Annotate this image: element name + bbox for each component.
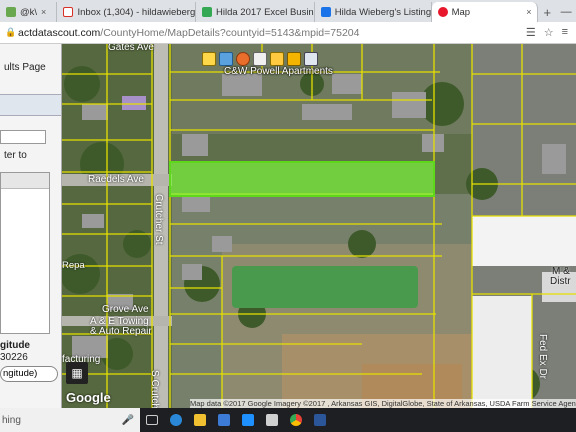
label-grove-ave: Grove Ave bbox=[102, 304, 149, 315]
edge-icon[interactable] bbox=[164, 408, 188, 432]
sidebar: ults Page ter to gitude 30226 ngitude) bbox=[0, 44, 62, 408]
star-icon[interactable]: ☆ bbox=[544, 26, 554, 39]
grid-icon: ▦ bbox=[71, 366, 83, 380]
label-s-crutcher: S Crutcher bbox=[149, 370, 160, 408]
print-icon[interactable] bbox=[304, 52, 318, 66]
tab-1-favicon bbox=[6, 7, 16, 17]
word-icon[interactable] bbox=[308, 408, 332, 432]
longitude-input[interactable]: ngitude) bbox=[0, 366, 58, 382]
selected-parcel bbox=[169, 161, 435, 197]
drive-icon bbox=[202, 7, 213, 17]
map-canvas[interactable] bbox=[62, 44, 576, 408]
taskbar: hing 🎤 bbox=[0, 408, 576, 432]
filter-label: ter to bbox=[4, 150, 27, 161]
label-gates-ave: Gates Ave bbox=[108, 44, 154, 53]
tab-map[interactable]: Map × bbox=[431, 2, 539, 22]
close-icon[interactable]: × bbox=[41, 7, 46, 17]
map-view[interactable]: Gates Ave C&W Powell Apartments Raedels … bbox=[62, 44, 576, 408]
mail-icon[interactable] bbox=[260, 408, 284, 432]
label-repair-left: Repa bbox=[62, 260, 85, 271]
windows-icon[interactable] bbox=[236, 408, 260, 432]
measure-icon[interactable] bbox=[270, 52, 284, 66]
address-bar: 🔒 actdatascout.com/CountyHome/MapDetails… bbox=[0, 22, 576, 44]
tab-excel-label: Hilda 2017 Excel BusinessPl bbox=[216, 6, 314, 18]
label-distr: Distr bbox=[550, 276, 571, 287]
chrome-icon[interactable] bbox=[284, 408, 308, 432]
map-favicon bbox=[437, 7, 448, 17]
tab-zillow[interactable]: Hilda Wieberg's Listings | Zi × bbox=[315, 2, 432, 22]
label-apartments: C&W Powell Apartments bbox=[224, 66, 333, 77]
label-fedex-dr: Fed Ex Dr bbox=[537, 334, 548, 380]
google-logo: Google bbox=[66, 390, 111, 405]
home-icon[interactable] bbox=[202, 52, 216, 66]
tab-inbox-label: Inbox (1,304) - hildawieberg bbox=[77, 6, 196, 18]
lock-icon: 🔒 bbox=[5, 27, 17, 37]
minimize-button[interactable]: — bbox=[556, 2, 576, 22]
browser-tab-bar: @k\ × Inbox (1,304) - hildawieberg × Hil… bbox=[0, 0, 576, 22]
taskbar-search[interactable]: hing 🎤 bbox=[0, 408, 140, 432]
longitude-label: gitude bbox=[0, 340, 30, 351]
sidebar-list[interactable] bbox=[0, 172, 50, 334]
map-toolbar bbox=[202, 52, 318, 66]
microphone-icon[interactable]: 🎤 bbox=[122, 415, 134, 426]
task-view-icon[interactable] bbox=[140, 408, 164, 432]
store-icon[interactable] bbox=[212, 408, 236, 432]
new-tab-button[interactable]: + bbox=[538, 2, 556, 22]
url-path: /CountyHome/MapDetails?countyid=5143&mpi… bbox=[100, 26, 360, 39]
label-auto-shop-2: & Auto Repair bbox=[90, 326, 152, 337]
map-attribution: Map data ©2017 Google Imagery ©2017 , Ar… bbox=[190, 399, 576, 408]
tab-zillow-label: Hilda Wieberg's Listings | Zi bbox=[334, 6, 432, 18]
folder-icon[interactable] bbox=[287, 52, 301, 66]
tab-1-label: @k\ bbox=[20, 6, 38, 18]
url-field[interactable]: actdatascout.com/CountyHome/MapDetails?c… bbox=[18, 27, 526, 39]
label-crutcher-st: Crutcher St bbox=[153, 194, 164, 245]
identify-icon[interactable] bbox=[236, 52, 250, 66]
file-explorer-icon[interactable] bbox=[188, 408, 212, 432]
zillow-icon bbox=[320, 7, 331, 17]
sidebar-input[interactable] bbox=[0, 130, 46, 144]
hub-icon[interactable]: ≡ bbox=[562, 26, 568, 39]
results-page-link[interactable]: ults Page bbox=[4, 62, 46, 73]
grid-toggle-button[interactable]: ▦ bbox=[66, 362, 88, 384]
layers-icon[interactable] bbox=[219, 52, 233, 66]
longitude-value: 30226 bbox=[0, 352, 28, 363]
tab-1[interactable]: @k\ × bbox=[0, 2, 58, 22]
label-raedels-ave: Raedels Ave bbox=[88, 174, 144, 185]
tab-map-label: Map bbox=[451, 6, 471, 18]
gmail-icon bbox=[63, 7, 74, 17]
tab-inbox[interactable]: Inbox (1,304) - hildawieberg × bbox=[57, 2, 197, 22]
reader-icon[interactable]: ☰ bbox=[526, 26, 536, 39]
tab-excel[interactable]: Hilda 2017 Excel BusinessPl × bbox=[196, 2, 315, 22]
pan-hand-icon[interactable] bbox=[253, 52, 267, 66]
taskbar-search-placeholder: hing bbox=[2, 414, 21, 426]
url-host: actdatascout.com bbox=[18, 26, 101, 39]
close-icon[interactable]: × bbox=[526, 7, 531, 17]
sidebar-header-band bbox=[0, 94, 61, 116]
